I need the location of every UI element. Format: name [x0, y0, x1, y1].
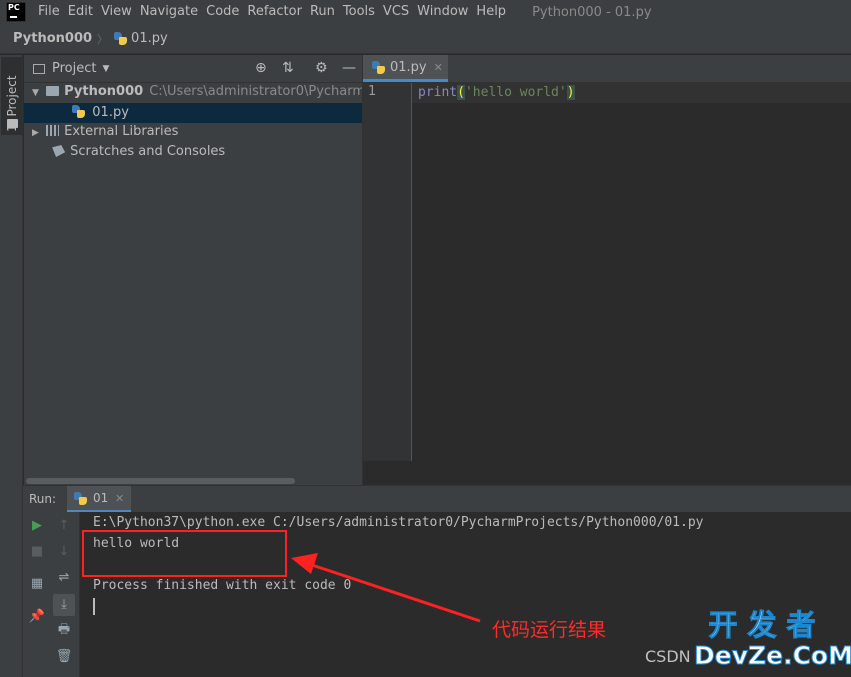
- watermark-main: 开发者: [708, 608, 826, 642]
- watermark-sub: DevZe.CoM: [694, 641, 851, 671]
- annotation-arrow-icon: [291, 553, 481, 623]
- watermark-csdn: CSDN: [645, 647, 691, 666]
- annotation-label: 代码运行结果: [492, 619, 607, 641]
